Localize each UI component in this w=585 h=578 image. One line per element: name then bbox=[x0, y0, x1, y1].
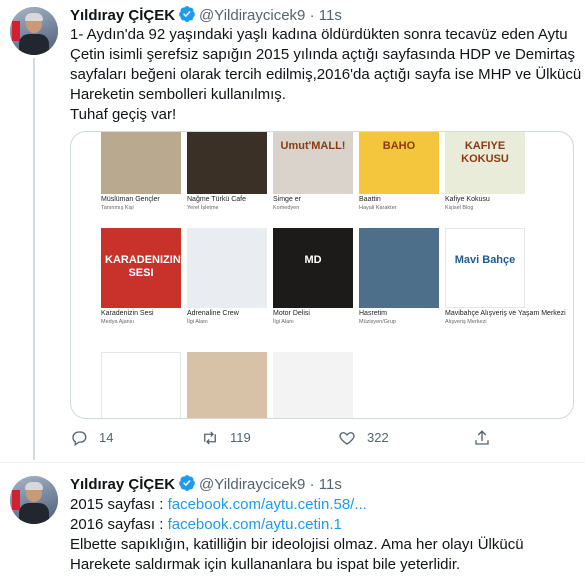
thumbnail-text: KARADENIZIN SESI bbox=[105, 254, 181, 279]
avatar[interactable] bbox=[10, 476, 58, 524]
page-thumbnail: Mavi Bahçe bbox=[445, 228, 525, 308]
reply-button[interactable]: 14 bbox=[70, 428, 130, 448]
page-name: Müslüman Gençler bbox=[101, 196, 160, 203]
page-name: Adrenaline Crew bbox=[187, 310, 239, 317]
separator-dot: · bbox=[309, 476, 315, 493]
page-category: Hayali Karakter bbox=[359, 205, 397, 211]
timestamp[interactable]: 11s bbox=[319, 476, 342, 493]
retweet-count: 119 bbox=[230, 430, 251, 445]
page-name: Simge er bbox=[273, 196, 302, 203]
page-category: Komedyen bbox=[273, 205, 300, 211]
tweet-text-line: Harekete saldırmak için kullananlara bu … bbox=[70, 556, 461, 573]
tweet-text-line: Tuhaf geçiş var! bbox=[70, 106, 177, 123]
timestamp[interactable]: 11s bbox=[319, 7, 342, 24]
thumbnail-text: BAHO bbox=[382, 140, 416, 152]
tweet-text-line: 1- Aydın'da 92 yaşındaki yaşlı kadına öl… bbox=[70, 26, 568, 43]
tweet-text-line: 2016 sayfası : facebook.com/aytu.cetin.1 bbox=[70, 515, 575, 535]
page-thumbnail: BAHO bbox=[359, 132, 439, 194]
retweet-icon bbox=[204, 431, 216, 445]
page-thumbnail: MD bbox=[273, 228, 353, 308]
page-name: Baattin bbox=[359, 196, 381, 203]
reply-icon bbox=[72, 431, 87, 447]
thread-line bbox=[33, 58, 35, 460]
facebook-link-2016[interactable]: facebook.com/aytu.cetin.1 bbox=[168, 516, 342, 533]
thumbnail-text: Umut'MALL! bbox=[280, 140, 346, 152]
tweet-text-line: Hareketin sembolleri kullanılmış. bbox=[70, 86, 286, 103]
page-thumbnail bbox=[359, 228, 439, 308]
share-button[interactable] bbox=[473, 428, 493, 448]
tweet-media-image[interactable]: Müslüman Gençler Tanınmış Kişi Nağme Türkü… bbox=[70, 131, 574, 419]
page-2015-label: 2015 sayfası : bbox=[70, 496, 168, 513]
page-thumbnail bbox=[273, 352, 353, 418]
page-thumbnail bbox=[187, 228, 267, 308]
page-name: Nağme Türkü Cafe bbox=[187, 196, 247, 203]
separator-dot: · bbox=[309, 7, 315, 24]
page-category: Tanınmış Kişi bbox=[101, 205, 134, 211]
tweet-header: Yıldıray ÇİÇEK @Yildiraycicek9 · 11s bbox=[70, 5, 342, 25]
page-category: Müzisyen/Grup bbox=[359, 319, 396, 325]
tweet-text-line: sayfaları beğeni olarak tercih edilmiş,2… bbox=[70, 66, 582, 83]
page-name: Hasretim bbox=[359, 310, 388, 317]
page-thumbnail: KARADENIZIN SESI bbox=[101, 228, 181, 308]
tweet-text-line: Elbette sapıklığın, katilliğin bir ideol… bbox=[70, 536, 524, 553]
page-category: İlgi Alanı bbox=[187, 319, 208, 325]
page-thumbnail bbox=[101, 132, 181, 194]
thumbnail-text: KAFIYE KOKUSU bbox=[461, 140, 509, 165]
page-category: Kişisel Blog bbox=[445, 205, 474, 211]
tweet-text: 1- Aydın'da 92 yaşındaki yaşlı kadına öl… bbox=[70, 25, 582, 125]
page-thumbnail: KAFIYE KOKUSU bbox=[445, 132, 525, 194]
author-name[interactable]: Yıldıray ÇİÇEK bbox=[70, 476, 175, 493]
tweet-1[interactable]: Yıldıray ÇİÇEK @Yildiraycicek9 · 11s 1- A… bbox=[0, 0, 585, 460]
page-thumbnail: Umut'MALL! bbox=[273, 132, 353, 194]
tweet-actions: 14 119 322 bbox=[70, 428, 490, 448]
page-name: Kafiye Kokusu bbox=[445, 196, 490, 203]
page-name: Motor Delisi bbox=[273, 310, 310, 317]
page-name: Karadenizin Sesi bbox=[101, 310, 154, 317]
page-category: Medya Ajansı bbox=[101, 319, 135, 325]
page-category: İlgi Alanı bbox=[273, 319, 294, 325]
page-category: Alışveriş Merkezi bbox=[445, 319, 487, 325]
author-handle[interactable]: @Yildiraycicek9 bbox=[199, 7, 305, 24]
page-thumbnail bbox=[187, 352, 267, 418]
tweet-2[interactable]: Yıldıray ÇİÇEK @Yildiraycicek9 · 11s 2015… bbox=[0, 463, 585, 578]
tweet-text-line: Çetin isimli şerefsiz sapığın 2015 yılın… bbox=[70, 46, 575, 63]
like-button[interactable]: 322 bbox=[338, 428, 408, 448]
tweet-header: Yıldıray ÇİÇEK @Yildiraycicek9 · 11s bbox=[70, 474, 342, 494]
author-handle[interactable]: @Yildiraycicek9 bbox=[199, 476, 305, 493]
page-name: Mavibahçe Alışveriş ve Yaşam Merkezi bbox=[445, 310, 566, 317]
tweet-text-line: 2015 sayfası : facebook.com/aytu.cetin.5… bbox=[70, 495, 575, 515]
avatar[interactable] bbox=[10, 7, 58, 55]
share-icon bbox=[475, 430, 489, 445]
page-thumbnail bbox=[187, 132, 267, 194]
tweet-text: 2015 sayfası : facebook.com/aytu.cetin.5… bbox=[70, 495, 575, 575]
reply-count: 14 bbox=[99, 430, 114, 445]
page-2016-label: 2016 sayfası : bbox=[70, 516, 168, 533]
page-thumbnail bbox=[101, 352, 181, 418]
facebook-link-2015[interactable]: facebook.com/aytu.cetin.58/... bbox=[168, 496, 367, 513]
author-name[interactable]: Yıldıray ÇİÇEK bbox=[70, 7, 175, 24]
thumbnail-text: Mavi Bahçe bbox=[454, 254, 516, 266]
heart-icon bbox=[339, 432, 355, 445]
thumbnail-text: MD bbox=[304, 254, 322, 266]
page-category: Yerel İşletme bbox=[187, 205, 219, 211]
retweet-button[interactable]: 119 bbox=[201, 428, 271, 448]
like-count: 322 bbox=[367, 430, 389, 445]
